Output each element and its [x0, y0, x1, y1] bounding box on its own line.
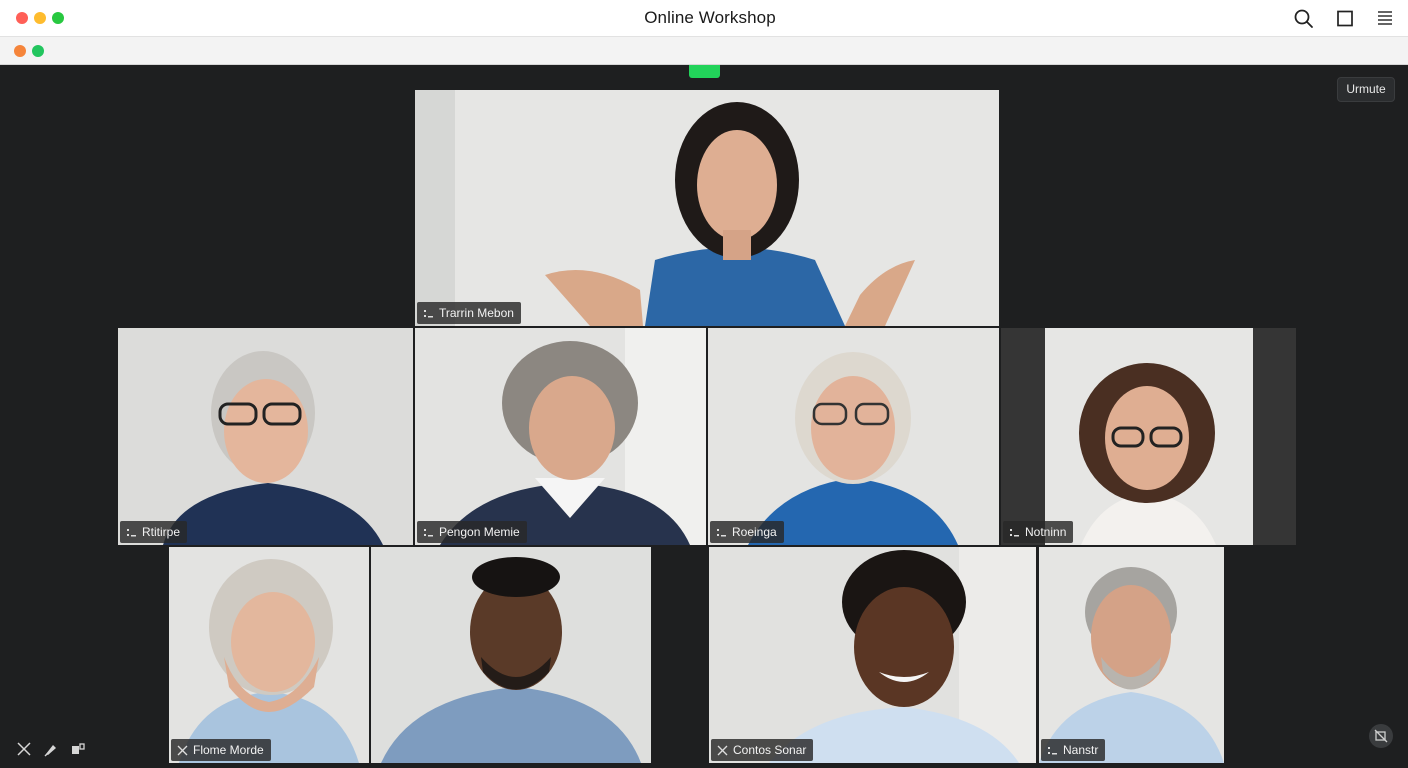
- participant-icon: [717, 745, 728, 755]
- participant-name-tag: Trarrin Mebon: [417, 302, 521, 324]
- participant-icon: [1048, 746, 1057, 754]
- participant-name-tag: Rtitirpe: [120, 521, 188, 543]
- participant-video: [371, 547, 651, 763]
- menu-icon[interactable]: [1374, 8, 1396, 30]
- window-titlebar: Online Workshop: [0, 0, 1408, 37]
- participant-name-tag: Notninn: [1003, 521, 1074, 543]
- participant-video: [1039, 547, 1224, 763]
- participant-name: Contos Sonar: [733, 743, 807, 757]
- no-camera-icon: [1374, 729, 1388, 743]
- video-tile-4[interactable]: Notninn: [1001, 328, 1296, 545]
- participant-name: Trarrin Mebon: [439, 306, 514, 320]
- participant-name-tag: Nanstr: [1041, 739, 1106, 761]
- active-speaker-indicator[interactable]: [689, 65, 720, 78]
- video-tile-host[interactable]: Trarrin Mebon: [415, 90, 999, 326]
- participant-name: Notninn: [1025, 525, 1067, 539]
- collapse-icon[interactable]: [16, 741, 32, 757]
- participant-name: Roeinga: [732, 525, 777, 539]
- unmute-button[interactable]: Urmute: [1337, 77, 1395, 102]
- window-icon[interactable]: [1334, 8, 1356, 30]
- participant-name-tag: Contos Sonar: [711, 739, 814, 761]
- participant-name-tag: Roeinga: [710, 521, 784, 543]
- participant-video: [118, 328, 413, 545]
- participant-icon: [127, 528, 136, 536]
- video-tile-3[interactable]: Roeinga: [708, 328, 999, 545]
- participant-icon: [717, 528, 726, 536]
- participant-video: [708, 328, 999, 545]
- participant-icon: [177, 745, 188, 755]
- search-icon[interactable]: [1293, 8, 1315, 30]
- participant-video: [415, 328, 706, 545]
- participant-video: [709, 547, 1036, 763]
- participant-name: Pengon Memie: [439, 525, 520, 539]
- video-tile-6[interactable]: [371, 547, 651, 763]
- camera-toggle-button[interactable]: [1369, 724, 1393, 748]
- green-status-dot[interactable]: [32, 45, 44, 57]
- participant-name: Rtitirpe: [142, 525, 181, 539]
- video-tile-1[interactable]: Rtitirpe: [118, 328, 413, 545]
- video-tile-8[interactable]: Nanstr: [1039, 547, 1224, 763]
- participant-video: [415, 90, 999, 326]
- participant-name-tag: Flome Morde: [171, 739, 271, 761]
- participant-name: Flome Morde: [193, 743, 264, 757]
- participant-video: [1001, 328, 1296, 545]
- window-title: Online Workshop: [644, 8, 776, 27]
- participant-video: [169, 547, 369, 763]
- video-tile-7[interactable]: Contos Sonar: [709, 547, 1036, 763]
- pin-icon[interactable]: [43, 741, 59, 757]
- participant-name-tag: Pengon Memie: [417, 521, 527, 543]
- participant-icon: [1010, 528, 1019, 536]
- video-tile-5[interactable]: Flome Morde: [169, 547, 369, 763]
- orange-status-dot[interactable]: [14, 45, 26, 57]
- participant-name: Nanstr: [1063, 743, 1099, 757]
- participant-icon: [424, 309, 433, 317]
- secondary-toolbar: [0, 37, 1408, 65]
- layout-icon[interactable]: [70, 741, 86, 757]
- video-tile-2[interactable]: Pengon Memie: [415, 328, 706, 545]
- participant-icon: [424, 528, 433, 536]
